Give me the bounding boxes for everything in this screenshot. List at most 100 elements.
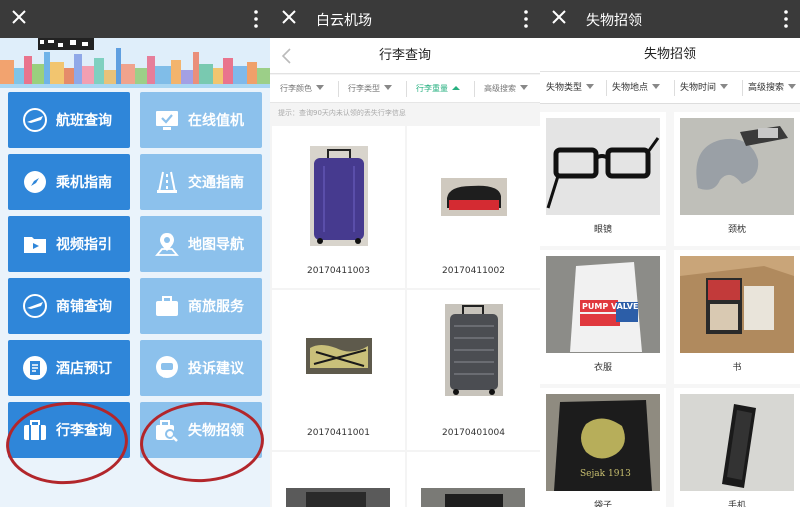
tile-label: 视频指引: [56, 237, 112, 253]
filter-bar: 失物类型 失物地点 失物时间 高级搜索: [540, 72, 800, 104]
tile-label: 乘机指南: [56, 175, 112, 191]
online-checkin-tile[interactable]: 在线值机: [140, 92, 262, 148]
video-guide-tile[interactable]: 视频指引: [8, 216, 130, 272]
tile-label: 失物招领: [188, 423, 244, 439]
airport-home-screen: 航班查询 在线值机 乘机指南 交通指南 视频指引 地图导航 商铺查询 商旅服务 …: [0, 0, 270, 507]
video-folder-icon: [24, 237, 46, 253]
phone-image: [680, 394, 794, 491]
boarding-guide-tile[interactable]: 乘机指南: [8, 154, 130, 210]
filter-advanced[interactable]: 高级搜索: [484, 75, 528, 103]
lost-and-found-screen: 失物招领 失物招领 失物类型 失物地点 失物时间 高级搜索 眼镜 颈枕 PUMP…: [540, 0, 800, 507]
filter-advanced[interactable]: 高级搜索: [748, 72, 797, 104]
partial-bag-image: [286, 488, 390, 507]
close-icon[interactable]: [10, 8, 28, 26]
map-navigation-tile[interactable]: 地图导航: [140, 216, 262, 272]
found-item-card[interactable]: 颈枕: [674, 112, 800, 246]
tag-text: PUMP VALVE: [582, 302, 638, 311]
filter-type[interactable]: 行李类型: [348, 75, 392, 103]
black-red-bag-image: [441, 178, 507, 216]
filter-time[interactable]: 失物时间: [680, 72, 729, 104]
more-icon[interactable]: [254, 9, 258, 29]
item-name: 书: [732, 363, 742, 373]
luggage-card[interactable]: 20170411003: [272, 126, 405, 288]
chevron-up-icon: [452, 86, 460, 90]
grey-suitcase-image: [445, 304, 503, 396]
map-pin-icon: [155, 233, 179, 256]
lost-and-found-tile[interactable]: 失物招领: [140, 402, 262, 458]
luggage-card[interactable]: [407, 452, 540, 507]
item-name: 眼镜: [593, 225, 612, 235]
hotel-doc-icon: [23, 356, 47, 380]
page-header: 失物招领: [540, 38, 800, 72]
traffic-guide-tile[interactable]: 交通指南: [140, 154, 262, 210]
wechat-titlebar: [0, 0, 270, 38]
partial-bag-image: [421, 488, 525, 507]
luggage-id: 20170411002: [442, 266, 505, 276]
chevron-down-icon: [586, 84, 595, 89]
item-name: 手机: [727, 501, 746, 507]
filter-bar: 行李颜色 行李类型 行李重量 高级搜索: [270, 75, 540, 103]
hint-text: 提示：查询90天内未认领的丢失行李信息: [278, 109, 406, 117]
purple-suitcase-image: [310, 146, 368, 246]
chat-bubble-icon: [156, 356, 178, 378]
chevron-down-icon: [652, 84, 661, 89]
close-icon[interactable]: [280, 8, 298, 26]
luggage-id: 20170411003: [307, 266, 370, 276]
luggage-query-screen: 白云机场 行李查询 行李颜色 行李类型 行李重量 高级搜索 提示：查询90天内未…: [270, 0, 540, 507]
luggage-id: 20170411001: [307, 428, 370, 438]
app-title: 失物招领: [586, 13, 642, 29]
skyline-illustration: [0, 38, 270, 88]
close-icon[interactable]: [550, 8, 568, 26]
business-service-tile[interactable]: 商旅服务: [140, 278, 262, 334]
shop-query-tile[interactable]: 商铺查询: [8, 278, 130, 334]
tile-label: 交通指南: [188, 175, 244, 191]
found-item-card[interactable]: Sejak 1913 袋子: [540, 388, 666, 507]
luggage-query-tile[interactable]: 行李查询: [8, 402, 130, 458]
more-icon[interactable]: [784, 9, 788, 29]
tile-label: 商旅服务: [188, 299, 244, 315]
filter-weight[interactable]: 行李重量: [416, 75, 460, 103]
luggage-id: 20170401004: [442, 428, 505, 438]
chevron-down-icon: [788, 84, 797, 89]
luggage-card[interactable]: [272, 452, 405, 507]
tile-label: 行李查询: [56, 423, 112, 439]
neck-pillow-image: [680, 118, 794, 215]
found-item-card[interactable]: 手机: [674, 388, 800, 507]
found-item-card[interactable]: 眼镜: [540, 112, 666, 246]
found-item-card[interactable]: PUMP VALVE 衣服: [540, 250, 666, 384]
page-title: 行李查询: [378, 48, 431, 63]
monitor-check-icon: [156, 111, 178, 130]
tile-label: 地图导航: [188, 237, 244, 253]
tile-label: 在线值机: [188, 113, 244, 129]
book-box-image: [680, 256, 794, 353]
found-item-card[interactable]: 书: [674, 250, 800, 384]
hotel-booking-tile[interactable]: 酒店预订: [8, 340, 130, 396]
strapped-bag-image: [306, 338, 372, 374]
luggage-card[interactable]: 20170401004: [407, 290, 540, 450]
filter-location[interactable]: 失物地点: [612, 72, 661, 104]
luggage-card[interactable]: 20170411001: [272, 290, 405, 450]
tile-label: 航班查询: [56, 113, 112, 129]
chevron-down-icon: [384, 85, 392, 90]
clothes-bag-image: PUMP VALVE: [546, 256, 660, 353]
city-skyline-banner: [0, 38, 270, 88]
briefcase-icon: [156, 296, 178, 316]
wechat-titlebar: 失物招领: [540, 0, 800, 38]
compass-icon: [24, 171, 46, 193]
tile-label: 酒店预订: [56, 361, 112, 377]
chevron-down-icon: [720, 84, 729, 89]
item-name: 颈枕: [727, 225, 746, 235]
page-title: 失物招领: [643, 47, 696, 62]
back-arrow-icon[interactable]: [280, 48, 292, 64]
flight-query-tile[interactable]: 航班查询: [8, 92, 130, 148]
tile-label: 商铺查询: [56, 299, 112, 315]
search-bag-icon: [156, 420, 178, 442]
filter-color[interactable]: 行李颜色: [280, 75, 324, 103]
item-name: 衣服: [593, 363, 612, 373]
filter-item-type[interactable]: 失物类型: [546, 72, 595, 104]
item-name: 袋子: [593, 501, 612, 507]
more-icon[interactable]: [524, 9, 528, 29]
bag-text: Sejak 1913: [580, 469, 631, 479]
complaint-suggestion-tile[interactable]: 投诉建议: [140, 340, 262, 396]
luggage-card[interactable]: 20170411002: [407, 126, 540, 288]
